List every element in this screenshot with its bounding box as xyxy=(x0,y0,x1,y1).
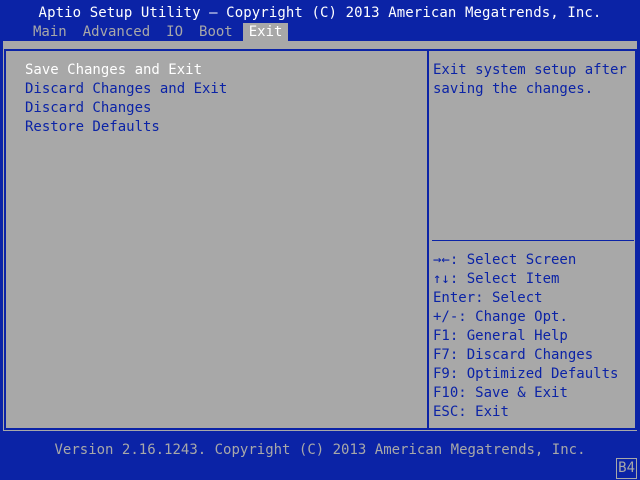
key-name: F1 xyxy=(433,328,450,344)
key-action: Optimized Defaults xyxy=(466,366,619,382)
key-name: +/- xyxy=(433,309,459,325)
key-name: Enter xyxy=(433,290,476,306)
key-legend: →←: Select Screen ↑↓: Select Item Enter:… xyxy=(433,251,618,422)
key-action: General Help xyxy=(466,328,568,344)
menu-spacer xyxy=(0,23,33,41)
option-restore-defaults[interactable]: Restore Defaults xyxy=(25,118,227,137)
key-name: →← xyxy=(433,252,450,268)
key-action: Exit xyxy=(475,404,509,420)
key-legend-item: →←: Select Screen xyxy=(433,252,577,268)
key-action: Save & Exit xyxy=(475,385,568,401)
key-legend-item: ↑↓: Select Item xyxy=(433,271,560,287)
key-legend-item: F7: Discard Changes xyxy=(433,347,594,363)
tab-boot[interactable]: Boot xyxy=(199,23,233,41)
option-save-changes-and-exit[interactable]: Save Changes and Exit xyxy=(25,61,227,80)
key-action: Change Opt. xyxy=(475,309,568,325)
key-action: Select Screen xyxy=(466,252,577,268)
option-discard-changes[interactable]: Discard Changes xyxy=(25,99,227,118)
key-action: Select Item xyxy=(466,271,560,287)
key-name: F10 xyxy=(433,385,459,401)
key-action: Discard Changes xyxy=(466,347,594,363)
key-name: ↑↓ xyxy=(433,271,450,287)
help-description: Exit system setup after saving the chang… xyxy=(433,62,627,97)
menu-bar: Main Advanced IO Boot Exit xyxy=(0,23,640,41)
tab-advanced[interactable]: Advanced xyxy=(83,23,150,41)
post-code-badge: B4 xyxy=(616,458,637,479)
key-name: ESC xyxy=(433,404,459,420)
tab-main[interactable]: Main xyxy=(33,23,67,41)
option-discard-changes-and-exit[interactable]: Discard Changes and Exit xyxy=(25,80,227,99)
tab-exit[interactable]: Exit xyxy=(242,23,289,41)
key-action: Select xyxy=(492,290,543,306)
key-legend-item: Enter: Select xyxy=(433,290,543,306)
version-footer: Version 2.16.1243. Copyright (C) 2013 Am… xyxy=(54,442,586,458)
key-name: F9 xyxy=(433,366,450,382)
key-legend-item: F1: General Help xyxy=(433,328,568,344)
exit-options-list: Save Changes and Exit Discard Changes an… xyxy=(25,61,227,137)
key-legend-item: ESC: Exit xyxy=(433,404,509,420)
key-legend-item: F9: Optimized Defaults xyxy=(433,366,619,382)
key-name: F7 xyxy=(433,347,450,363)
key-legend-item: F10: Save & Exit xyxy=(433,385,568,401)
app-title: Aptio Setup Utility – Copyright (C) 2013… xyxy=(38,5,602,21)
tab-io[interactable]: IO xyxy=(166,23,183,41)
help-divider xyxy=(432,240,634,241)
key-legend-item: +/-: Change Opt. xyxy=(433,309,568,325)
